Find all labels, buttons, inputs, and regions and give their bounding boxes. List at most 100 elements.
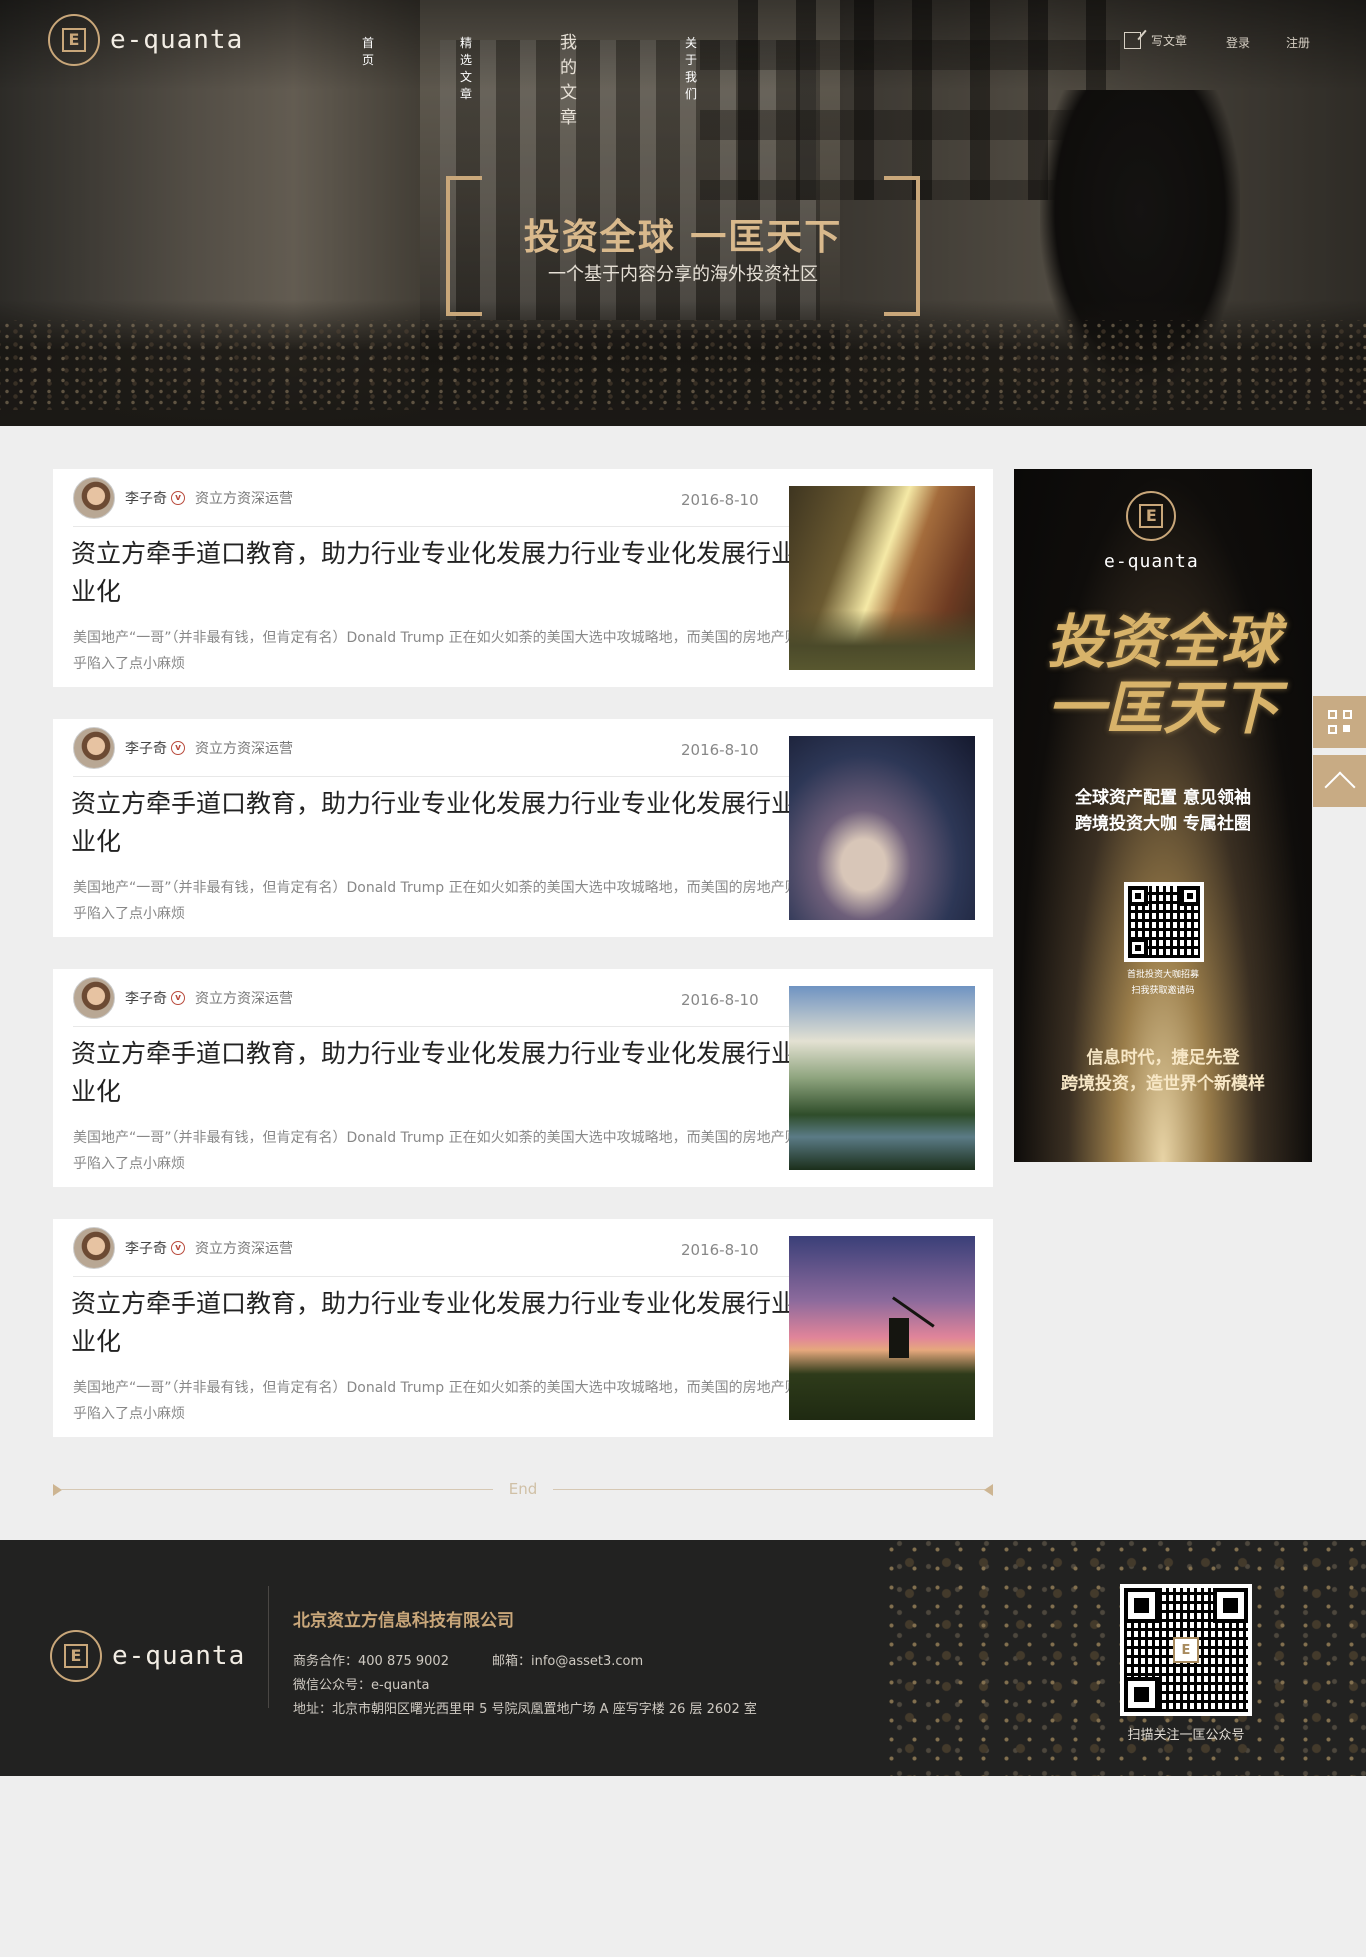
author-name[interactable]: 李子奇 bbox=[125, 1238, 167, 1258]
login-link[interactable]: 登录 bbox=[1226, 34, 1250, 51]
hero-title: 投资全球 一匡天下 bbox=[523, 217, 843, 258]
author-name[interactable]: 李子奇 bbox=[125, 738, 167, 758]
logo-mark-icon: E bbox=[1173, 1637, 1199, 1663]
article-author[interactable]: 李子奇 v 资立方资深运营 bbox=[73, 977, 293, 1019]
author-title: 资立方资深运营 bbox=[195, 991, 293, 1007]
ad-logo-wordmark: e-quanta bbox=[1104, 551, 1199, 572]
article-thumbnail[interactable] bbox=[789, 1236, 975, 1420]
author-name[interactable]: 李子奇 bbox=[125, 988, 167, 1008]
article-author[interactable]: 李子奇 v 资立方资深运营 bbox=[73, 477, 293, 519]
footer-company-name: 北京资立方信息科技有限公司 bbox=[293, 1611, 514, 1631]
divider bbox=[73, 526, 813, 527]
logo-glyph: E bbox=[64, 1644, 88, 1668]
avatar[interactable] bbox=[73, 977, 115, 1019]
ad-slogan-line: 跨境投资大咖 专属社圈 bbox=[1075, 814, 1251, 834]
verified-badge-icon: v bbox=[171, 491, 185, 505]
qr-code-icon bbox=[1327, 710, 1352, 734]
article-card[interactable]: 李子奇 v 资立方资深运营 2016-8-10 资立方牵手道口教育，助力行业专业… bbox=[53, 719, 993, 937]
article-headline[interactable]: 资立方牵手道口教育，助力行业专业化发展力行业专业化发展行业专业化 bbox=[71, 1285, 821, 1361]
author-title: 资立方资深运营 bbox=[195, 491, 293, 507]
author-name[interactable]: 李子奇 bbox=[125, 488, 167, 508]
back-to-top-button[interactable] bbox=[1313, 755, 1366, 807]
qr-code-icon: E bbox=[1124, 1588, 1248, 1712]
article-thumbnail[interactable] bbox=[789, 986, 975, 1170]
ad-tagline: 信息时代，捷足先登 跨境投资，造世界个新模样 bbox=[1014, 1045, 1312, 1097]
article-author[interactable]: 李子奇 v 资立方资深运营 bbox=[73, 727, 293, 769]
write-article-link[interactable]: 写文章 bbox=[1124, 32, 1187, 49]
article-excerpt: 美国地产“一哥”（并非最有钱，但肯定有名）Donald Trump 正在如火如荼… bbox=[73, 1130, 813, 1172]
logo-glyph: E bbox=[1139, 504, 1164, 528]
arrow-left-icon bbox=[984, 1484, 993, 1496]
divider bbox=[73, 1026, 813, 1027]
hero-banner: E e-quanta 首页 精选文章 我的文章 关于我们 写文章 登录 注册 投… bbox=[0, 0, 1366, 426]
list-end-divider: End bbox=[53, 1480, 993, 1500]
nav-item-my-articles[interactable]: 我的文章 bbox=[560, 28, 577, 128]
sidebar-ad-banner[interactable]: E e-quanta 投资全球 一匡天下 全球资产配置 意见领袖 跨境投资大咖 … bbox=[1014, 469, 1312, 1162]
site-footer: E e-quanta 北京资立方信息科技有限公司 商务合作：400 875 90… bbox=[0, 1540, 1366, 1776]
footer-divider bbox=[268, 1586, 269, 1708]
ad-slogan-line: 全球资产配置 意见领袖 bbox=[1075, 788, 1251, 808]
ad-slogan: 全球资产配置 意见领袖 跨境投资大咖 专属社圈 bbox=[1014, 785, 1312, 837]
ad-calligraphy-line: 投资全球 bbox=[1046, 608, 1279, 676]
footer-logo[interactable]: E e-quanta bbox=[50, 1630, 245, 1682]
footer-address: 地址：北京市朝阳区曙光西里甲 5 号院凤凰置地广场 A 座写字楼 26 层 26… bbox=[293, 1702, 757, 1717]
article-card[interactable]: 李子奇 v 资立方资深运营 2016-8-10 资立方牵手道口教育，助力行业专业… bbox=[53, 469, 993, 687]
verified-badge-icon: v bbox=[171, 1241, 185, 1255]
ad-tagline-line: 信息时代，捷足先登 bbox=[1086, 1048, 1240, 1068]
article-date: 2016-8-10 bbox=[681, 1241, 759, 1259]
article-date: 2016-8-10 bbox=[681, 741, 759, 759]
footer-wechat: 微信公众号：e-quanta bbox=[293, 1678, 430, 1693]
article-card[interactable]: 李子奇 v 资立方资深运营 2016-8-10 资立方牵手道口教育，助力行业专业… bbox=[53, 1219, 993, 1437]
chevron-up-icon bbox=[1323, 771, 1356, 803]
avatar[interactable] bbox=[73, 1227, 115, 1269]
author-title: 资立方资深运营 bbox=[195, 1241, 293, 1257]
divider bbox=[73, 1276, 813, 1277]
avatar[interactable] bbox=[73, 477, 115, 519]
article-date: 2016-8-10 bbox=[681, 991, 759, 1009]
article-headline[interactable]: 资立方牵手道口教育，助力行业专业化发展力行业专业化发展行业专业化 bbox=[71, 535, 821, 611]
author-title: 资立方资深运营 bbox=[195, 741, 293, 757]
article-date: 2016-8-10 bbox=[681, 491, 759, 509]
nav-item-about[interactable]: 关于我们 bbox=[685, 34, 697, 102]
avatar[interactable] bbox=[73, 727, 115, 769]
divider-line bbox=[553, 1489, 985, 1490]
ad-tagline-line: 跨境投资，造世界个新模样 bbox=[1061, 1074, 1265, 1094]
hero-title-frame: 投资全球 一匡天下 一个基于内容分享的海外投资社区 bbox=[446, 176, 920, 316]
register-link[interactable]: 注册 bbox=[1286, 34, 1310, 51]
article-excerpt: 美国地产“一哥”（并非最有钱，但肯定有名）Donald Trump 正在如火如荼… bbox=[73, 880, 813, 922]
hero-subtitle: 一个基于内容分享的海外投资社区 bbox=[548, 264, 818, 285]
article-headline[interactable]: 资立方牵手道口教育，助力行业专业化发展力行业专业化发展行业专业化 bbox=[71, 785, 821, 861]
article-card[interactable]: 李子奇 v 资立方资深运营 2016-8-10 资立方牵手道口教育，助力行业专业… bbox=[53, 969, 993, 1187]
ad-qr-caption-line: 首批投资大咖招募 bbox=[1126, 970, 1199, 980]
footer-qr-caption: 扫描关注一匡公众号 bbox=[1127, 1728, 1245, 1743]
article-author[interactable]: 李子奇 v 资立方资深运营 bbox=[73, 1227, 293, 1269]
article-excerpt: 美国地产“一哥”（并非最有钱，但肯定有名）Donald Trump 正在如火如荼… bbox=[73, 1380, 813, 1422]
nav-item-featured[interactable]: 精选文章 bbox=[460, 34, 472, 102]
divider bbox=[73, 776, 813, 777]
article-excerpt: 美国地产“一哥”（并非最有钱，但肯定有名）Donald Trump 正在如火如荼… bbox=[73, 630, 813, 672]
user-nav: 写文章 登录 注册 bbox=[1120, 28, 1350, 56]
ad-qr-caption: 首批投资大咖招募 扫我获取邀请码 bbox=[1014, 967, 1312, 999]
verified-badge-icon: v bbox=[171, 991, 185, 1005]
logo-mark-icon: E bbox=[50, 1630, 102, 1682]
qr-code-icon bbox=[1128, 886, 1200, 958]
site-logo[interactable]: E e-quanta bbox=[48, 14, 243, 66]
logo-mark-icon: E bbox=[48, 14, 100, 66]
nav-item-home[interactable]: 首页 bbox=[362, 34, 374, 68]
ad-qr-code[interactable] bbox=[1124, 882, 1204, 962]
footer-qr-code[interactable]: E bbox=[1120, 1584, 1252, 1716]
article-thumbnail[interactable] bbox=[789, 736, 975, 920]
logo-glyph: E bbox=[62, 28, 86, 52]
footer-logo-wordmark: e-quanta bbox=[112, 1641, 246, 1671]
footer-email[interactable]: 邮箱：info@asset3.com bbox=[492, 1650, 643, 1669]
verified-badge-icon: v bbox=[171, 741, 185, 755]
article-headline[interactable]: 资立方牵手道口教育，助力行业专业化发展力行业专业化发展行业专业化 bbox=[71, 1035, 821, 1111]
footer-business-contact: 商务合作：400 875 9002 bbox=[293, 1654, 449, 1669]
qr-code-float-button[interactable] bbox=[1313, 696, 1366, 748]
edit-icon bbox=[1124, 32, 1141, 49]
ad-qr-caption-line: 扫我获取邀请码 bbox=[1131, 986, 1195, 996]
logo-mark-icon: E bbox=[1126, 491, 1177, 541]
ad-logo: E e-quanta bbox=[1104, 491, 1199, 572]
write-article-label: 写文章 bbox=[1151, 34, 1188, 48]
article-thumbnail[interactable] bbox=[789, 486, 975, 670]
